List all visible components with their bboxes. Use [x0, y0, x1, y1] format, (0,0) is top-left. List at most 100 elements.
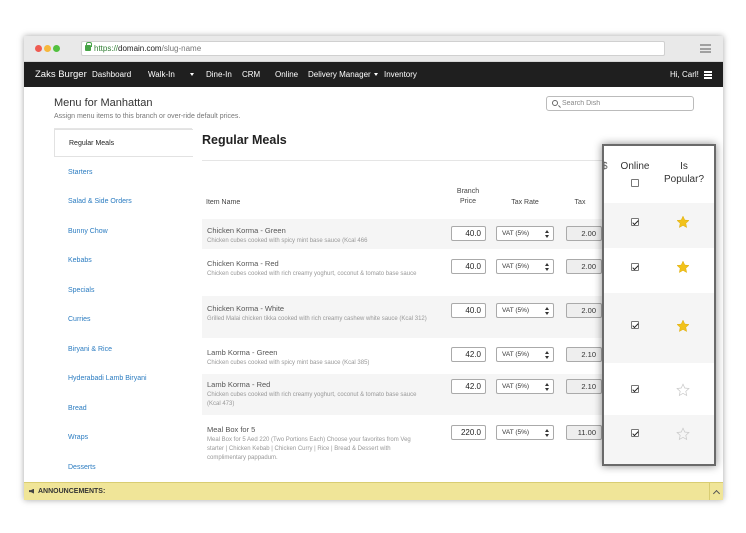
- brand-logo[interactable]: Zaks Burger: [35, 62, 87, 87]
- online-checkbox[interactable]: [631, 385, 639, 393]
- chevron-up-icon[interactable]: [709, 483, 723, 500]
- tax-amount: 11.00: [566, 425, 602, 440]
- item-description: Chicken cubes cooked with rich creamy yo…: [207, 271, 417, 277]
- url-path: /slug-name: [161, 44, 202, 53]
- tax-rate-value: VAT (5%): [502, 263, 530, 270]
- select-arrows-icon: [545, 429, 549, 437]
- column-header-is-popular-line1: Is: [680, 161, 688, 172]
- nav-delivery-manager[interactable]: Delivery Manager: [308, 62, 378, 87]
- category-sidebar: Regular Meals Starters Salad & Side Orde…: [54, 128, 193, 483]
- select-arrows-icon: [545, 351, 549, 359]
- sidebar-item-specials[interactable]: Specials: [54, 277, 192, 305]
- item-description: Chicken cubes cooked with spicy mint bas…: [207, 238, 368, 244]
- online-checkbox[interactable]: [631, 321, 639, 329]
- browser-menu-icon[interactable]: [700, 44, 711, 53]
- section-divider: [202, 160, 602, 161]
- popup-row: [604, 203, 714, 248]
- minimize-window-button[interactable]: [44, 45, 51, 52]
- branch-price-input[interactable]: 40.0: [451, 303, 486, 318]
- column-header-online: Online: [620, 161, 650, 172]
- online-checkbox[interactable]: [631, 263, 639, 271]
- sidebar-item-hyderabadi-lamb-biryani[interactable]: Hyderabadi Lamb Biryani: [54, 365, 192, 393]
- select-arrows-icon: [545, 230, 549, 238]
- nav-crm[interactable]: CRM: [242, 62, 260, 87]
- table-row: Lamb Korma - Green Chicken cubes cooked …: [202, 341, 602, 371]
- column-header-is-popular-line2: Popular?: [663, 174, 705, 185]
- sidebar-item-wraps[interactable]: Wraps: [54, 424, 192, 452]
- table-row: Lamb Korma - Red Chicken cubes cooked wi…: [202, 374, 602, 415]
- select-all-online-checkbox[interactable]: [631, 179, 639, 187]
- branch-price-input[interactable]: 220.0: [451, 425, 486, 440]
- tax-rate-select[interactable]: VAT (5%): [496, 303, 554, 318]
- popup-row: [604, 415, 714, 464]
- tax-amount: 2.10: [566, 379, 602, 394]
- item-name: Lamb Korma - Green: [207, 348, 278, 357]
- tax-rate-select[interactable]: VAT (5%): [496, 347, 554, 362]
- sidebar-item-bunny-chow[interactable]: Bunny Chow: [54, 218, 192, 246]
- select-arrows-icon: [545, 307, 549, 315]
- branch-price-input[interactable]: 40.0: [451, 226, 486, 241]
- star-icon[interactable]: [676, 319, 690, 333]
- nav-dine-in[interactable]: Dine-In: [206, 62, 232, 87]
- sidebar-item-regular-meals[interactable]: Regular Meals: [54, 129, 193, 157]
- url-scheme: https://: [94, 44, 119, 53]
- user-greeting[interactable]: Hi, Carl!: [670, 62, 699, 87]
- search-box[interactable]: [546, 96, 694, 111]
- megaphone-icon: [29, 488, 34, 494]
- tax-rate-select[interactable]: VAT (5%): [496, 379, 554, 394]
- nav-walk-in[interactable]: Walk-In: [148, 62, 175, 87]
- star-icon[interactable]: [676, 215, 690, 229]
- chevron-down-icon: [190, 73, 194, 77]
- tax-rate-value: VAT (5%): [502, 307, 530, 314]
- tax-rate-select[interactable]: VAT (5%): [496, 226, 554, 241]
- tax-rate-value: VAT (5%): [502, 351, 530, 358]
- sidebar-item-curries[interactable]: Curries: [54, 306, 192, 334]
- sidebar-item-biryani-rice[interactable]: Biryani & Rice: [54, 336, 192, 364]
- tax-amount: 2.00: [566, 259, 602, 274]
- item-description: Chicken cubes cooked with rich creamy yo…: [207, 392, 417, 407]
- nav-inventory[interactable]: Inventory: [384, 62, 417, 87]
- page-subtitle: Assign menu items to this branch or over…: [54, 113, 241, 120]
- popup-row: [604, 363, 714, 415]
- sidebar-item-kebabs[interactable]: Kebabs: [54, 247, 192, 275]
- top-navbar: Zaks Burger Dashboard Walk-In Dine-In CR…: [24, 62, 723, 87]
- nav-dashboard[interactable]: Dashboard: [92, 62, 131, 87]
- tax-rate-select[interactable]: VAT (5%): [496, 259, 554, 274]
- table-row: Chicken Korma - Green Chicken cubes cook…: [202, 219, 602, 249]
- star-icon[interactable]: [676, 260, 690, 274]
- tax-amount: 2.10: [566, 347, 602, 362]
- address-bar[interactable]: https://domain.com/slug-name: [81, 41, 665, 56]
- tax-rate-select[interactable]: VAT (5%): [496, 425, 554, 440]
- search-icon: [552, 100, 558, 106]
- sidebar-item-starters[interactable]: Starters: [54, 159, 192, 187]
- online-checkbox[interactable]: [631, 218, 639, 226]
- maximize-window-button[interactable]: [53, 45, 60, 52]
- branch-price-input[interactable]: 42.0: [451, 379, 486, 394]
- branch-price-input[interactable]: 40.0: [451, 259, 486, 274]
- nav-online[interactable]: Online: [275, 62, 298, 87]
- sidebar-item-bread[interactable]: Bread: [54, 395, 192, 423]
- star-outline-icon[interactable]: [676, 383, 690, 397]
- close-window-button[interactable]: [35, 45, 42, 52]
- column-header-branch-price-line1: Branch: [456, 188, 480, 195]
- branch-price-input[interactable]: 42.0: [451, 347, 486, 362]
- hamburger-menu-icon[interactable]: [704, 71, 712, 80]
- popup-row: [604, 293, 714, 363]
- online-popular-callout: $ Online Is Popular?: [602, 144, 716, 466]
- lock-icon: [85, 42, 92, 51]
- nav-walk-in-dropdown[interactable]: [187, 62, 194, 87]
- tax-amount: 2.00: [566, 303, 602, 318]
- column-header-tax-rate: Tax Rate: [511, 199, 539, 206]
- online-checkbox[interactable]: [631, 429, 639, 437]
- tax-amount: 2.00: [566, 226, 602, 241]
- search-input[interactable]: [562, 98, 690, 109]
- star-outline-icon[interactable]: [676, 427, 690, 441]
- item-name: Chicken Korma - Green: [207, 226, 286, 235]
- item-name: Meal Box for 5: [207, 425, 256, 434]
- sidebar-item-desserts[interactable]: Desserts: [54, 454, 192, 482]
- select-arrows-icon: [545, 263, 549, 271]
- nav-delivery-manager-label: Delivery Manager: [308, 70, 371, 79]
- sidebar-item-salad-side-orders[interactable]: Salad & Side Orders: [54, 188, 192, 216]
- item-description: Grilled Malai chicken tikka cooked with …: [207, 316, 427, 322]
- table-row: Meal Box for 5 Meal Box for 5 Aed 220 (T…: [202, 419, 602, 475]
